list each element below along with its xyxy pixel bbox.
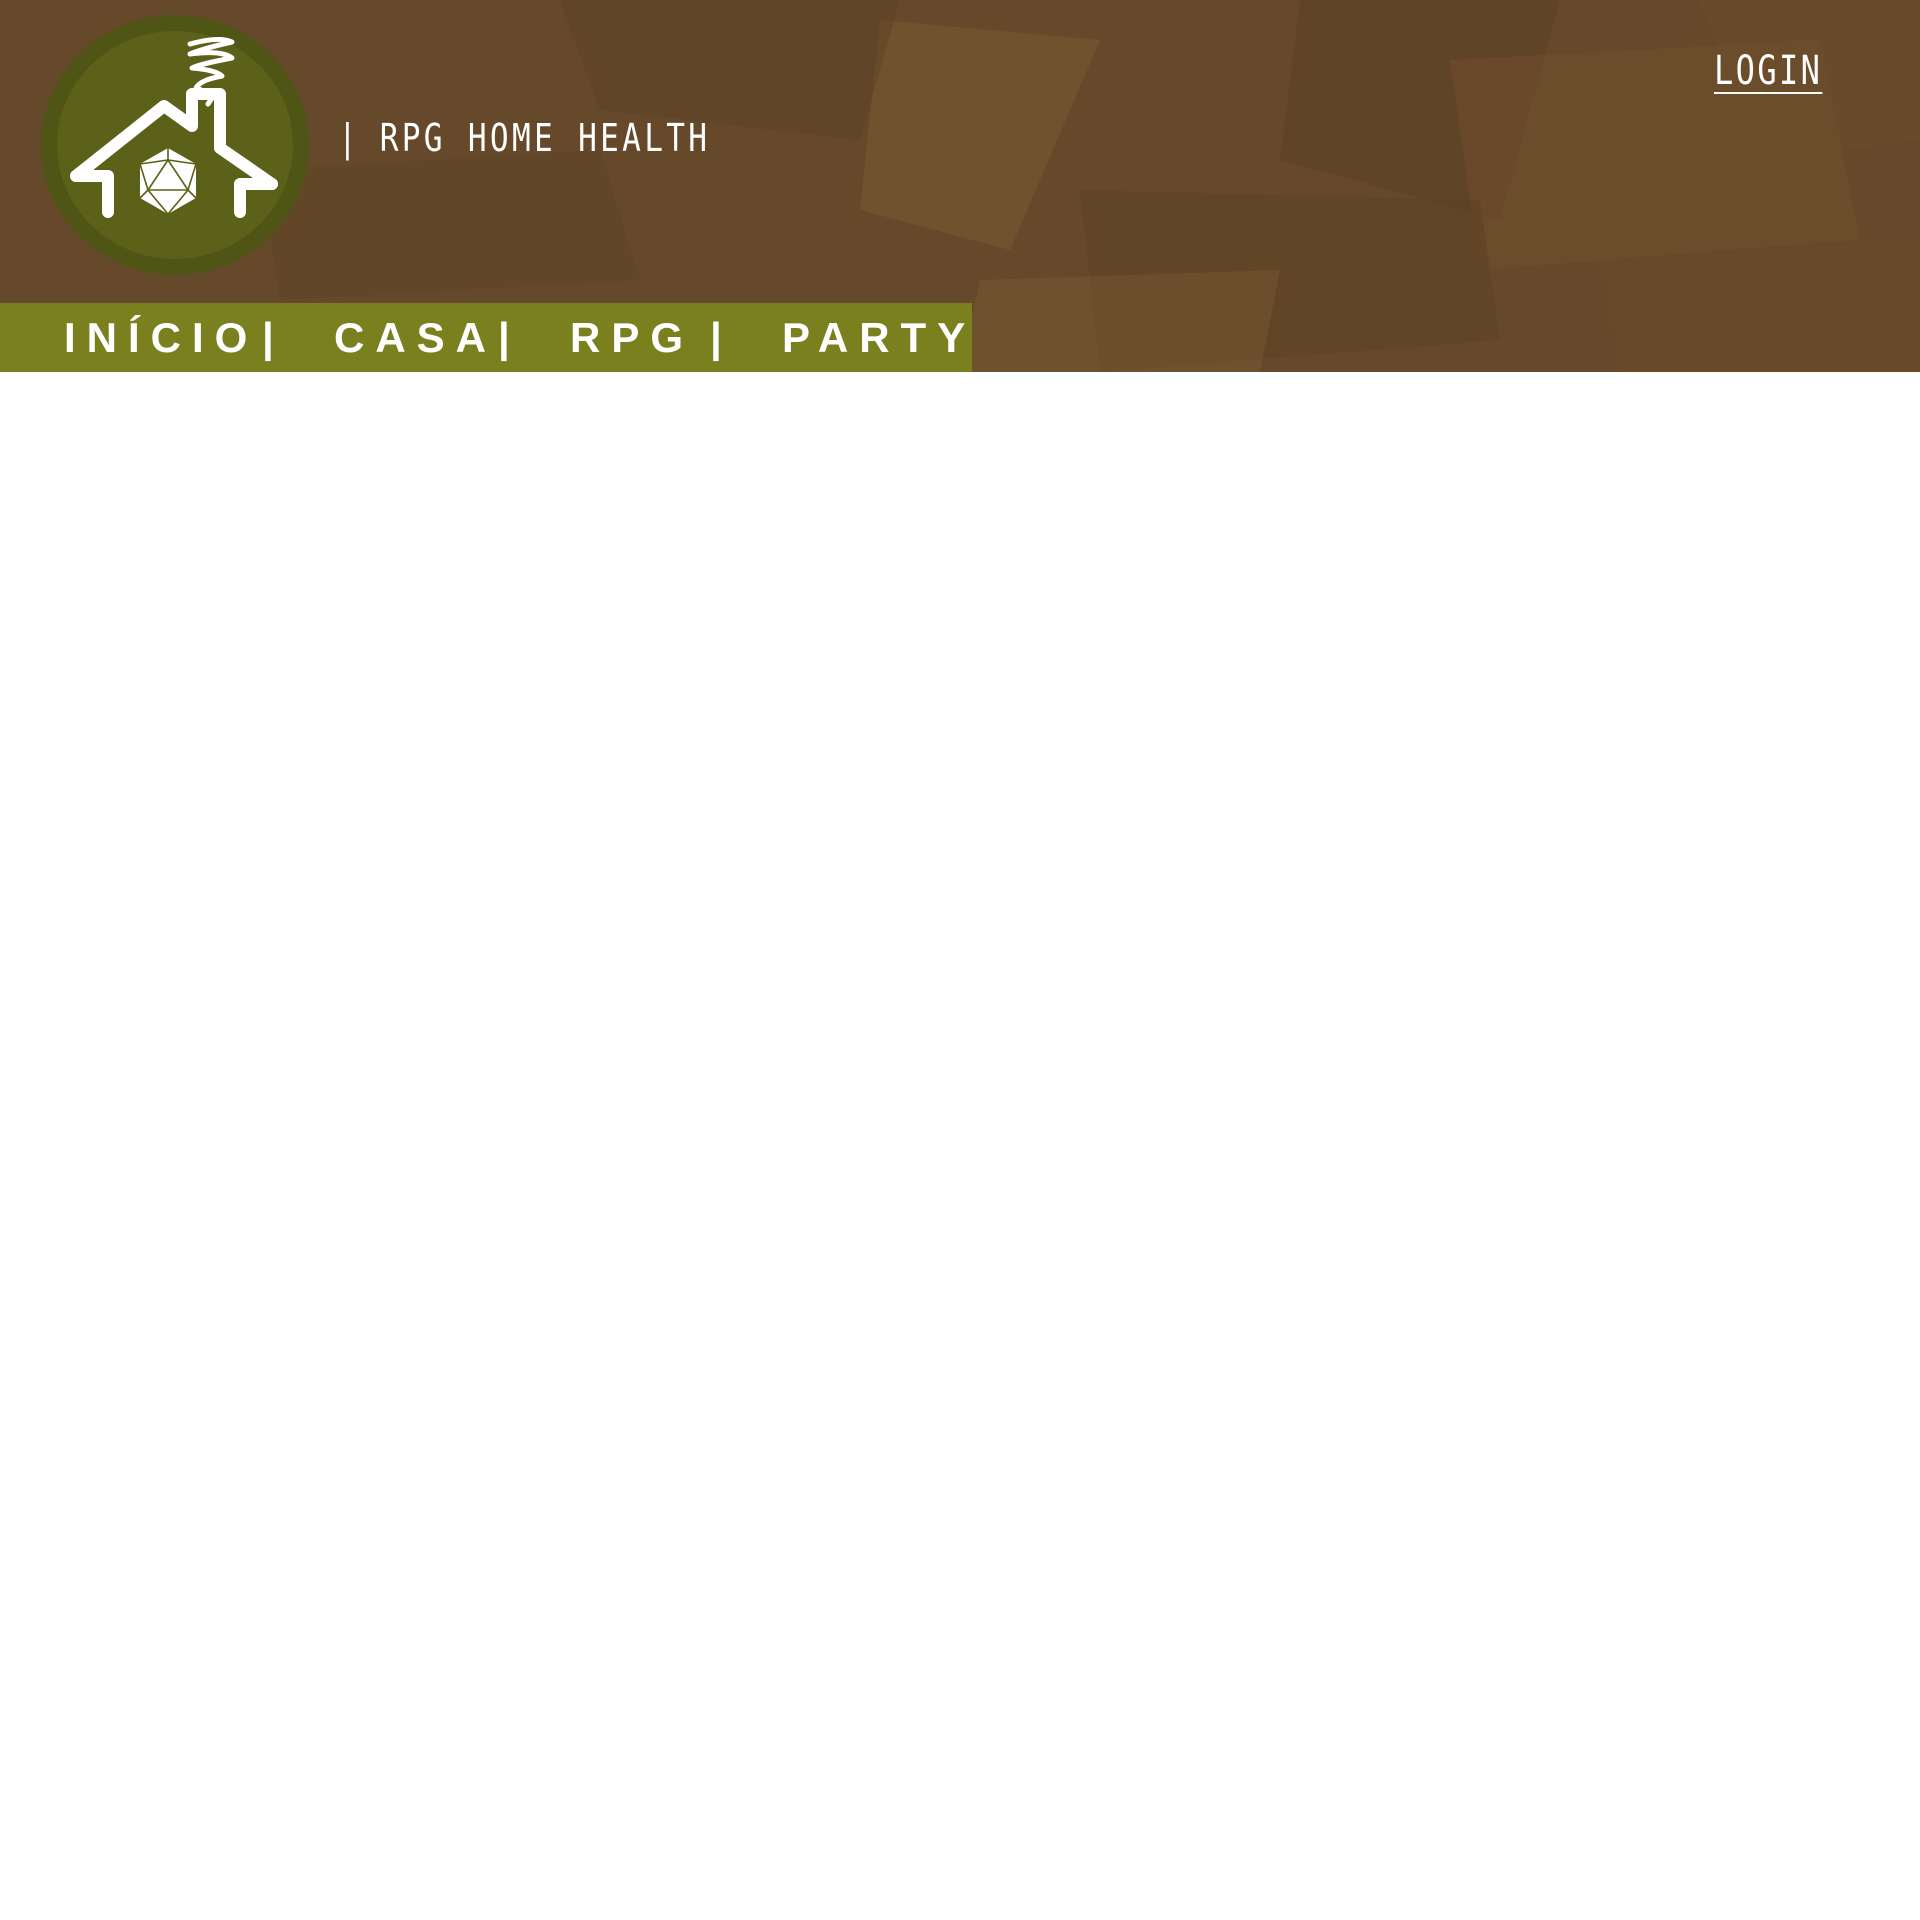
nav-separator: | xyxy=(710,314,733,361)
house-d20-logo-icon[interactable] xyxy=(40,14,310,276)
site-header: | RPG HOME HEALTH LOGIN INÍCIO | CASA | … xyxy=(0,0,1920,372)
site-title-text: RPG HOME HEALTH xyxy=(379,116,711,160)
main-nav: INÍCIO | CASA | RPG | PARTY xyxy=(0,303,972,372)
login-link[interactable]: LOGIN xyxy=(1714,48,1822,94)
site-title: | RPG HOME HEALTH xyxy=(338,108,710,168)
nav-item-party[interactable]: PARTY xyxy=(782,303,976,372)
title-separator: | xyxy=(338,116,361,160)
main-content xyxy=(0,372,1920,1920)
nav-item-inicio[interactable]: INÍCIO xyxy=(64,303,258,372)
nav-separator: | xyxy=(262,314,285,361)
nav-separator: | xyxy=(498,314,521,361)
nav-item-rpg[interactable]: RPG xyxy=(570,303,694,372)
nav-item-casa[interactable]: CASA xyxy=(334,303,497,372)
